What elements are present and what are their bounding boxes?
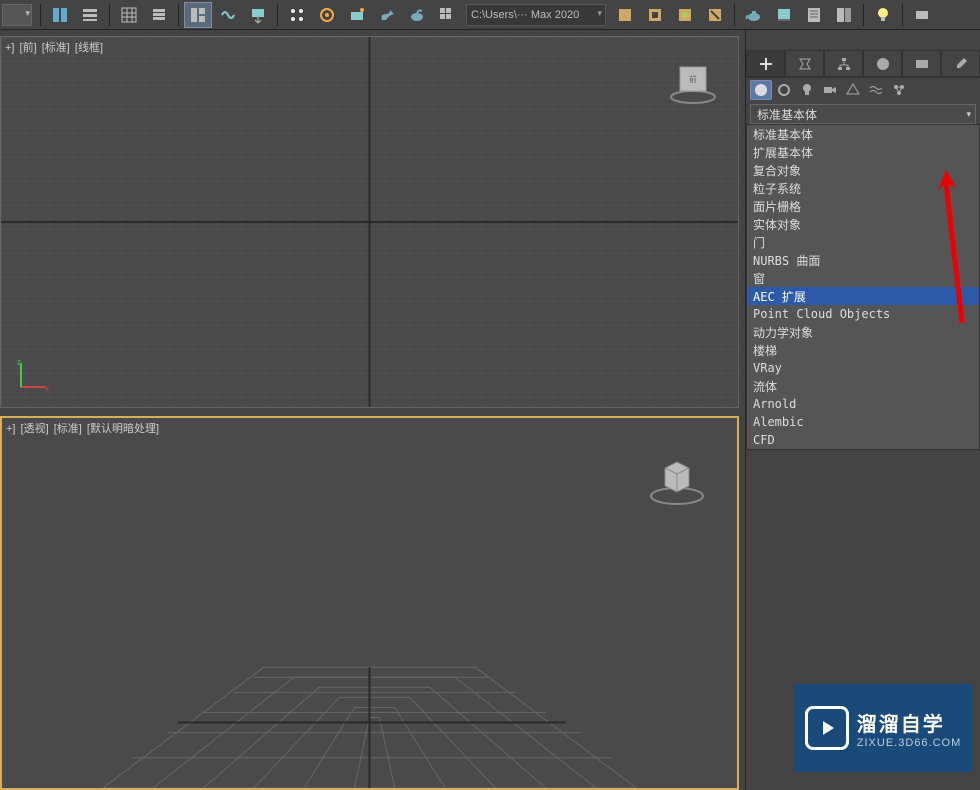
dropdown-item[interactable]: 标准基本体 (747, 125, 979, 143)
dropdown-item[interactable]: 楼梯 (747, 341, 979, 359)
geometry-category[interactable] (750, 80, 772, 100)
tool-btn-8[interactable] (283, 2, 311, 28)
display-tab[interactable] (902, 50, 941, 77)
primitive-type-dropdown: 标准基本体扩展基本体复合对象粒子系统面片栅格实体对象门NURBS 曲面窗AEC … (746, 124, 980, 450)
viewport-container: +] [前] [标准] [线框] 前 (0, 30, 745, 790)
tool-btn-5-active[interactable] (184, 2, 212, 28)
grid-icon (1, 37, 738, 407)
path-text: C:\Users\··· Max 2020 (471, 9, 579, 21)
separator (40, 4, 41, 26)
separator (734, 4, 735, 26)
dropdown-item[interactable]: 门 (747, 233, 979, 251)
dropdown-item[interactable]: Alembic (747, 413, 979, 431)
viewport-label-front[interactable]: +] [前] [标准] [线框] (5, 39, 105, 55)
tool-btn-7[interactable] (244, 2, 272, 28)
tool-btn-16[interactable] (671, 2, 699, 28)
dropdown-item[interactable]: 窗 (747, 269, 979, 287)
tool-btn-10[interactable] (343, 2, 371, 28)
lightbulb-icon[interactable] (869, 2, 897, 28)
teapot-icon[interactable] (740, 2, 768, 28)
dropdown-item[interactable]: 流体 (747, 377, 979, 395)
tool-btn-4[interactable] (145, 2, 173, 28)
workspace-dropdown[interactable] (2, 4, 32, 26)
cameras-category[interactable] (819, 80, 841, 100)
command-panel: 标准基本体 标准基本体扩展基本体复合对象粒子系统面片栅格实体对象门NURBS 曲… (745, 30, 980, 790)
svg-text:前: 前 (689, 74, 697, 84)
dropdown-item[interactable]: 实体对象 (747, 215, 979, 233)
modify-tab[interactable] (785, 50, 824, 77)
project-path-field[interactable]: C:\Users\··· Max 2020 (466, 4, 606, 26)
watermark-title: 溜溜自学 (857, 708, 961, 737)
tool-btn-12[interactable] (403, 2, 431, 28)
dropdown-item[interactable]: 复合对象 (747, 161, 979, 179)
utilities-tab[interactable] (941, 50, 980, 77)
dropdown-item[interactable]: 扩展基本体 (747, 143, 979, 161)
tool-btn-13[interactable] (433, 2, 461, 28)
vp-view: [透视] (21, 423, 49, 435)
dropdown-item[interactable]: VRay (747, 359, 979, 377)
dropdown-item[interactable]: 粒子系统 (747, 179, 979, 197)
tool-btn-18[interactable] (770, 2, 798, 28)
dropdown-item[interactable]: 面片栅格 (747, 197, 979, 215)
svg-text:z: z (17, 358, 21, 367)
helpers-category[interactable] (842, 80, 864, 100)
separator (109, 4, 110, 26)
dropdown-item[interactable]: Arnold (747, 395, 979, 413)
primitive-type-combo[interactable]: 标准基本体 (750, 104, 976, 124)
viewport-label-perspective[interactable]: +] [透视] [标准] [默认明暗处理] (6, 420, 161, 436)
vp-shade: [标准] (54, 423, 82, 435)
spacewarps-category[interactable] (865, 80, 887, 100)
create-tab[interactable] (746, 50, 785, 77)
viewcube-3d-icon[interactable] (647, 448, 707, 508)
motion-tab[interactable] (863, 50, 902, 77)
tool-btn-3[interactable] (115, 2, 143, 28)
vp-mode: [线框] (75, 42, 103, 54)
tool-btn-17[interactable] (701, 2, 729, 28)
tool-btn-2[interactable] (76, 2, 104, 28)
dropdown-item[interactable]: AEC 扩展 (747, 287, 979, 305)
svg-text:x: x (45, 384, 49, 393)
vp-shade: [标准] (42, 42, 70, 54)
separator (277, 4, 278, 26)
tool-btn-21[interactable] (908, 2, 936, 28)
tool-btn-1[interactable] (46, 2, 74, 28)
watermark-url: ZIXUE.3D66.COM (857, 737, 961, 749)
category-row (746, 78, 980, 102)
dropdown-item[interactable]: NURBS 曲面 (747, 251, 979, 269)
tool-btn-19[interactable] (800, 2, 828, 28)
viewcube-icon[interactable]: 前 (668, 55, 718, 105)
separator (902, 4, 903, 26)
vp-view: [前] (20, 42, 37, 54)
shapes-category[interactable] (773, 80, 795, 100)
systems-category[interactable] (888, 80, 910, 100)
axis-gizmo-icon: x z (15, 357, 51, 393)
viewport-front[interactable]: +] [前] [标准] [线框] 前 (0, 36, 739, 408)
tool-btn-9[interactable] (313, 2, 341, 28)
watermark: 溜溜自学 ZIXUE.3D66.COM (794, 684, 972, 772)
vp-plus: +] (5, 42, 14, 54)
tool-btn-20[interactable] (830, 2, 858, 28)
dropdown-item[interactable]: 动力学对象 (747, 323, 979, 341)
main-toolbar: C:\Users\··· Max 2020 (0, 0, 980, 30)
panel-tabs (746, 50, 980, 78)
dropdown-item[interactable]: Point Cloud Objects (747, 305, 979, 323)
separator (863, 4, 864, 26)
combo-selected-text: 标准基本体 (757, 106, 817, 123)
dropdown-item[interactable]: CFD (747, 431, 979, 449)
viewport-perspective[interactable]: +] [透视] [标准] [默认明暗处理] (0, 416, 739, 790)
hierarchy-tab[interactable] (824, 50, 863, 77)
tool-btn-11[interactable] (373, 2, 401, 28)
vp-plus: +] (6, 423, 15, 435)
separator (178, 4, 179, 26)
play-icon (805, 706, 849, 750)
tool-btn-15[interactable] (641, 2, 669, 28)
perspective-grid-icon (2, 418, 737, 788)
tool-btn-6[interactable] (214, 2, 242, 28)
vp-mode: [默认明暗处理] (87, 423, 159, 435)
tool-btn-14[interactable] (611, 2, 639, 28)
lights-category[interactable] (796, 80, 818, 100)
workspace: +] [前] [标准] [线框] 前 (0, 30, 980, 790)
